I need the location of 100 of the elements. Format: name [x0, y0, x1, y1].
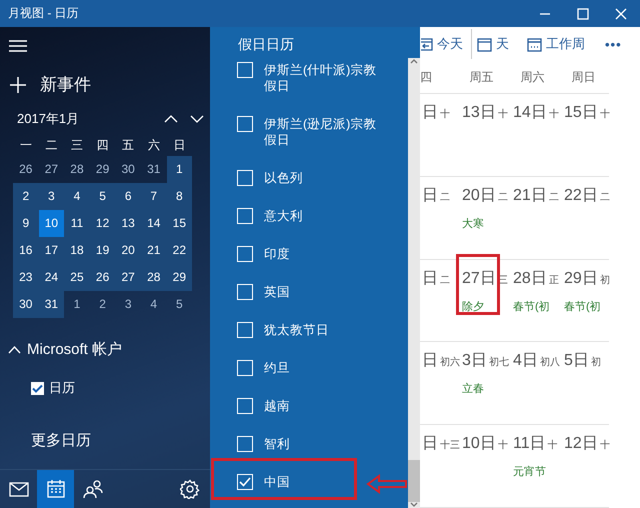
checkbox[interactable] — [237, 208, 253, 224]
date-cell[interactable]: 2 — [90, 291, 116, 318]
weekday-header: 周五 — [470, 70, 494, 84]
date-cell[interactable]: 29 — [166, 264, 192, 291]
date-cell[interactable]: 13 — [115, 210, 141, 237]
checkbox[interactable] — [237, 322, 253, 338]
day-number: 日 — [422, 186, 438, 206]
date-cell[interactable]: 1 — [64, 291, 90, 318]
date-cell[interactable]: 30 — [115, 156, 141, 183]
calendar-icon — [46, 479, 66, 499]
checkbox[interactable] — [237, 436, 253, 452]
date-cell[interactable]: 27 — [38, 156, 64, 183]
date-cell[interactable]: 31 — [38, 291, 64, 318]
date-cell[interactable]: 21 — [140, 237, 167, 264]
checkbox[interactable] — [237, 284, 253, 300]
date-cell[interactable]: 14 — [140, 210, 167, 237]
more-calendars-link[interactable]: 更多日历 — [31, 431, 210, 450]
date-cell[interactable]: 27 — [115, 264, 141, 291]
holiday-label: 犹太教节日 — [264, 322, 330, 338]
date-cell[interactable]: 20 — [115, 237, 141, 264]
lunar-date: 初八 — [540, 356, 560, 370]
calendar-event[interactable]: 立春 — [462, 383, 484, 396]
date-cell[interactable]: 23 — [13, 264, 39, 291]
checkbox[interactable] — [237, 398, 253, 414]
calendar-event[interactable]: 春节(初 — [564, 300, 601, 313]
date-cell[interactable]: 11 — [64, 210, 90, 237]
date-cell[interactable]: 4 — [64, 183, 90, 210]
date-cell[interactable]: 22 — [166, 237, 192, 264]
date-cell[interactable]: 2 — [13, 183, 39, 210]
today-button[interactable]: 今天 — [420, 31, 463, 58]
date-cell[interactable]: 28 — [140, 264, 167, 291]
check-icon — [239, 477, 251, 487]
menu-button[interactable] — [9, 39, 27, 53]
holiday-label: 伊斯兰(什叶派)宗教假日 — [264, 62, 378, 94]
date-cell[interactable]: 31 — [140, 156, 167, 183]
calendar-event[interactable]: 除夕 — [462, 300, 484, 313]
checkbox[interactable] — [31, 382, 44, 394]
date-cell[interactable]: 5 — [90, 183, 116, 210]
date-cell[interactable]: 10 — [38, 210, 64, 237]
date-cell[interactable]: 7 — [140, 183, 167, 210]
date-cell[interactable]: 25 — [64, 264, 90, 291]
date-cell[interactable]: 26 — [90, 264, 116, 291]
date-cell[interactable]: 3 — [38, 183, 64, 210]
day-button[interactable]: 天 — [477, 31, 509, 58]
checkbox[interactable] — [237, 474, 253, 490]
lunar-date: 二 — [440, 274, 450, 287]
date-cell[interactable]: 16 — [13, 237, 39, 264]
date-cell[interactable]: 29 — [90, 156, 116, 183]
checkbox[interactable] — [237, 246, 253, 262]
lunar-date: 十 — [600, 108, 610, 121]
lunar-date: 十 — [548, 108, 559, 121]
date-cell[interactable]: 24 — [38, 264, 64, 291]
date-cell[interactable]: 6 — [115, 183, 141, 210]
date-cell[interactable]: 18 — [64, 237, 90, 264]
checkbox[interactable] — [237, 62, 253, 78]
arrow-icon — [366, 474, 408, 494]
date-cell[interactable]: 1 — [166, 156, 192, 183]
more-button[interactable]: ••• — [605, 31, 622, 58]
date-cell[interactable]: 8 — [166, 183, 192, 210]
new-event-button[interactable]: 新事件 — [10, 73, 91, 96]
date-cell[interactable]: 28 — [64, 156, 90, 183]
date-cell[interactable]: 4 — [140, 291, 167, 318]
date-cell[interactable]: 17 — [38, 237, 64, 264]
date-cell[interactable]: 3 — [115, 291, 141, 318]
weekday-header: 四 — [420, 70, 432, 84]
date-cell[interactable]: 5 — [166, 291, 192, 318]
date-cell[interactable]: 19 — [90, 237, 116, 264]
checkbox[interactable] — [237, 360, 253, 376]
day-number: 11日 — [513, 434, 546, 454]
day-number: 13日 — [462, 102, 496, 123]
scrollbar-thumb[interactable] — [408, 460, 420, 502]
day-number: 10日 — [462, 434, 496, 454]
lunar-date: 十 — [498, 438, 508, 452]
date-cell[interactable]: 30 — [13, 291, 39, 318]
calendar-event[interactable]: 大寒 — [462, 218, 484, 230]
panel-title: 假日日历 — [238, 36, 295, 54]
day-number: 28日 — [513, 268, 547, 289]
day-number: 12日 — [564, 434, 598, 454]
calendar-icon — [477, 36, 492, 52]
holiday-label: 印度 — [264, 246, 291, 262]
checkbox[interactable] — [237, 116, 253, 132]
lunar-date: 十 — [498, 108, 508, 121]
calendar-button[interactable] — [37, 470, 74, 508]
maximize-icon — [577, 8, 589, 20]
account-header[interactable]: Microsoft 帐户 — [8, 340, 122, 359]
holiday-label: 英国 — [264, 284, 291, 300]
calendar-event[interactable]: 春节(初 — [513, 300, 550, 313]
date-cell[interactable]: 9 — [13, 210, 39, 237]
checkbox[interactable] — [237, 170, 253, 186]
date-cell[interactable]: 15 — [166, 210, 192, 237]
day-number: 日 — [422, 434, 438, 454]
holiday-label: 意大利 — [264, 208, 304, 224]
calendar-event[interactable]: 元宵节 — [513, 466, 546, 478]
date-cell[interactable]: 26 — [13, 156, 39, 183]
day-number: 14日 — [513, 102, 547, 123]
date-cell[interactable]: 12 — [90, 210, 116, 237]
weekday-label: 一 — [18, 137, 33, 154]
scrollbar[interactable] — [408, 58, 420, 508]
menu-icon — [9, 39, 27, 53]
workweek-button[interactable]: 工作周 — [527, 31, 585, 58]
